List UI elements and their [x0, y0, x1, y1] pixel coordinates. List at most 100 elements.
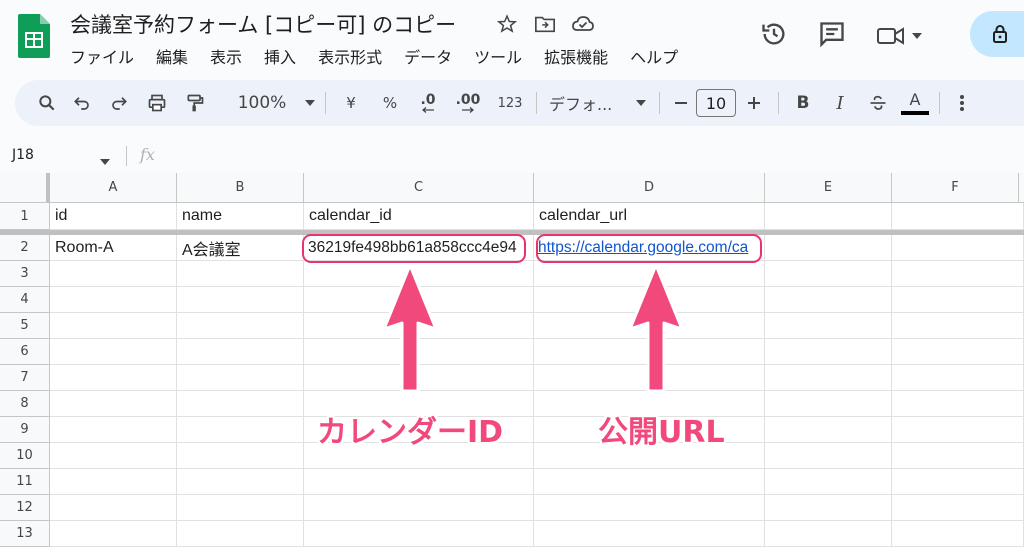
- row-header-13[interactable]: 13: [0, 521, 50, 547]
- cell-a13[interactable]: [50, 521, 177, 547]
- paint-format-icon[interactable]: [177, 88, 213, 118]
- cell-f7[interactable]: [892, 365, 1024, 391]
- bold-button[interactable]: B: [785, 88, 821, 118]
- zoom-select[interactable]: 100%: [223, 88, 301, 118]
- cell-a8[interactable]: [50, 391, 177, 417]
- meet-icon[interactable]: [876, 24, 922, 48]
- cell-b4[interactable]: [177, 287, 304, 313]
- row-header-5[interactable]: 5: [0, 313, 50, 339]
- cell-b11[interactable]: [177, 469, 304, 495]
- row-header-7[interactable]: 7: [0, 365, 50, 391]
- increase-font-size-icon[interactable]: [736, 88, 772, 118]
- cell-b13[interactable]: [177, 521, 304, 547]
- cell-f9[interactable]: [892, 417, 1024, 443]
- cell-e13[interactable]: [765, 521, 892, 547]
- select-all-corner[interactable]: [0, 173, 50, 203]
- cell-b2[interactable]: A会議室: [177, 235, 304, 261]
- share-button[interactable]: [970, 11, 1024, 57]
- search-menus-icon[interactable]: [31, 88, 63, 118]
- history-icon[interactable]: [760, 20, 788, 52]
- decrease-decimal-button[interactable]: .0: [410, 88, 446, 118]
- more-formats-button[interactable]: 123: [490, 88, 530, 118]
- column-header-b[interactable]: B: [177, 173, 304, 203]
- column-header-d[interactable]: D: [534, 173, 765, 203]
- menu-tools[interactable]: ツール: [474, 44, 530, 68]
- font-select[interactable]: デフォ...: [543, 88, 629, 118]
- column-header-c[interactable]: C: [304, 173, 534, 203]
- cell-f4[interactable]: [892, 287, 1024, 313]
- cell-e9[interactable]: [765, 417, 892, 443]
- cell-e5[interactable]: [765, 313, 892, 339]
- cell-b7[interactable]: [177, 365, 304, 391]
- column-header-e[interactable]: E: [765, 173, 892, 203]
- cell-c13[interactable]: [304, 521, 534, 547]
- cell-e11[interactable]: [765, 469, 892, 495]
- row-header-8[interactable]: 8: [0, 391, 50, 417]
- font-dropdown-icon[interactable]: [629, 88, 653, 118]
- menu-format[interactable]: 表示形式: [318, 44, 390, 68]
- decrease-font-size-icon[interactable]: [666, 88, 696, 118]
- menu-edit[interactable]: 編集: [156, 44, 196, 68]
- cell-f8[interactable]: [892, 391, 1024, 417]
- print-icon[interactable]: [137, 88, 177, 118]
- name-box-dropdown-icon[interactable]: [100, 150, 110, 169]
- currency-button[interactable]: ¥: [332, 88, 370, 118]
- document-title[interactable]: 会議室予約フォーム [コピー可] のコピー: [70, 9, 456, 39]
- cell-c12[interactable]: [304, 495, 534, 521]
- cloud-saved-icon[interactable]: [571, 12, 595, 36]
- name-box[interactable]: J18: [12, 147, 34, 163]
- cell-d13[interactable]: [534, 521, 765, 547]
- cell-a10[interactable]: [50, 443, 177, 469]
- cell-e10[interactable]: [765, 443, 892, 469]
- cell-f3[interactable]: [892, 261, 1024, 287]
- cell-a3[interactable]: [50, 261, 177, 287]
- cell-a1[interactable]: id: [50, 203, 177, 230]
- cell-f2[interactable]: [892, 235, 1024, 261]
- cell-d11[interactable]: [534, 469, 765, 495]
- cell-b6[interactable]: [177, 339, 304, 365]
- cell-b9[interactable]: [177, 417, 304, 443]
- menu-view[interactable]: 表示: [210, 44, 250, 68]
- cell-f10[interactable]: [892, 443, 1024, 469]
- cell-e12[interactable]: [765, 495, 892, 521]
- cell-c1[interactable]: calendar_id: [304, 203, 534, 230]
- cell-a4[interactable]: [50, 287, 177, 313]
- cell-f13[interactable]: [892, 521, 1024, 547]
- cell-a7[interactable]: [50, 365, 177, 391]
- cell-a9[interactable]: [50, 417, 177, 443]
- more-options-icon[interactable]: [946, 88, 978, 118]
- cell-b10[interactable]: [177, 443, 304, 469]
- menu-insert[interactable]: 挿入: [264, 44, 304, 68]
- cell-e4[interactable]: [765, 287, 892, 313]
- cell-f6[interactable]: [892, 339, 1024, 365]
- column-header-f[interactable]: F: [892, 173, 1019, 203]
- row-header-4[interactable]: 4: [0, 287, 50, 313]
- cell-f11[interactable]: [892, 469, 1024, 495]
- menu-data[interactable]: データ: [404, 44, 460, 68]
- cell-f5[interactable]: [892, 313, 1024, 339]
- cell-a2[interactable]: Room-A: [50, 235, 177, 261]
- cell-b8[interactable]: [177, 391, 304, 417]
- font-size-input[interactable]: 10: [696, 89, 736, 117]
- row-header-12[interactable]: 12: [0, 495, 50, 521]
- increase-decimal-button[interactable]: .00: [446, 88, 490, 118]
- undo-icon[interactable]: [63, 88, 101, 118]
- cell-a11[interactable]: [50, 469, 177, 495]
- row-header-3[interactable]: 3: [0, 261, 50, 287]
- cell-d1[interactable]: calendar_url: [534, 203, 765, 230]
- row-header-10[interactable]: 10: [0, 443, 50, 469]
- column-header-g[interactable]: [1019, 173, 1024, 203]
- text-color-button[interactable]: A: [897, 88, 933, 118]
- move-folder-icon[interactable]: [533, 12, 557, 36]
- cell-f12[interactable]: [892, 495, 1024, 521]
- percent-button[interactable]: %: [370, 88, 410, 118]
- cell-e7[interactable]: [765, 365, 892, 391]
- strikethrough-icon[interactable]: [859, 88, 897, 118]
- sheets-logo-icon[interactable]: [18, 14, 50, 58]
- cell-b5[interactable]: [177, 313, 304, 339]
- cell-c11[interactable]: [304, 469, 534, 495]
- star-icon[interactable]: [495, 12, 519, 36]
- cell-f1[interactable]: [892, 203, 1024, 230]
- cell-e8[interactable]: [765, 391, 892, 417]
- cell-e1[interactable]: [765, 203, 892, 230]
